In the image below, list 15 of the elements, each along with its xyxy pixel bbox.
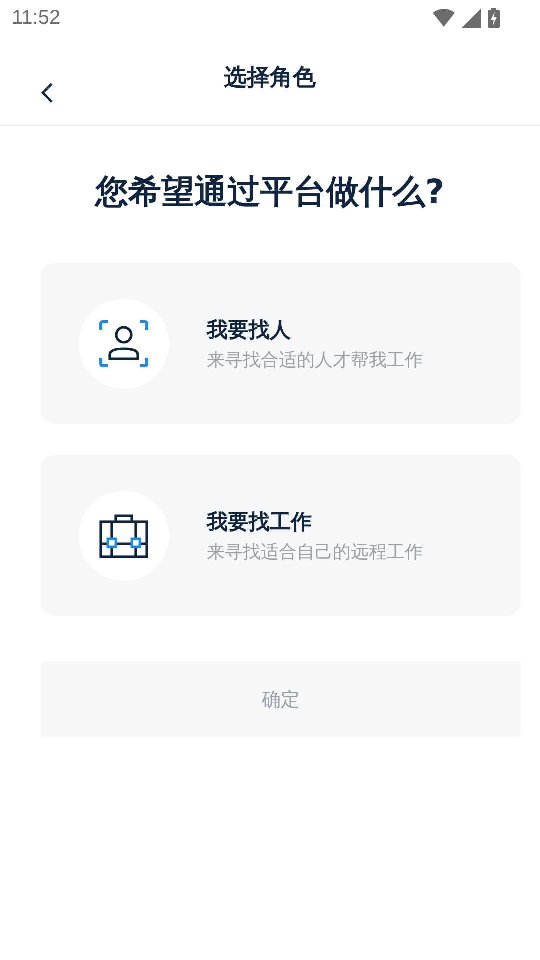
wifi-icon	[433, 9, 455, 27]
back-icon	[40, 82, 54, 104]
briefcase-icon	[99, 512, 149, 558]
battery-icon	[488, 8, 500, 28]
person-scan-icon	[99, 320, 149, 368]
role-option-card[interactable]: 我要找工作 来寻找适合自己的远程工作	[41, 455, 521, 616]
signal-icon	[462, 8, 481, 28]
role-option-card[interactable]: 我要找人 来寻找合适的人才帮我工作	[41, 263, 521, 424]
question-heading: 您希望通过平台做什么?	[94, 171, 446, 213]
page-title: 选择角色	[224, 64, 316, 93]
option-title: 我要找工作	[207, 508, 313, 536]
status-time: 11:52	[12, 6, 61, 30]
option-title: 我要找人	[207, 316, 292, 344]
option-description: 来寻找合适的人才帮我工作	[207, 348, 423, 372]
option-description: 来寻找适合自己的远程工作	[207, 540, 423, 564]
